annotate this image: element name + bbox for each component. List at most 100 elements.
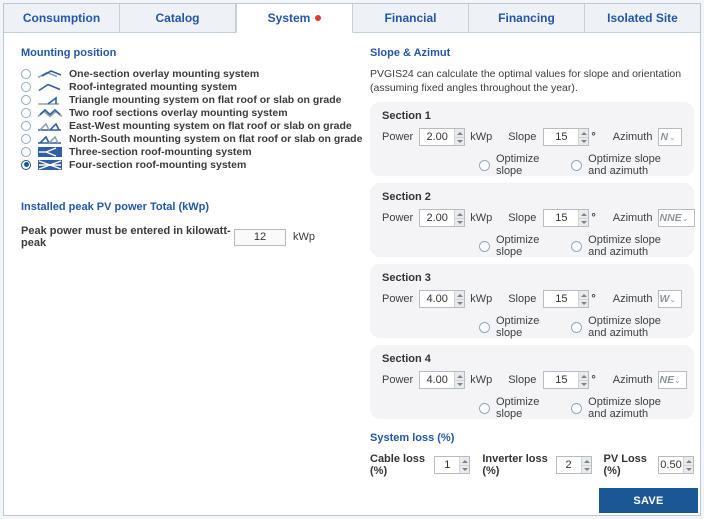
pv-system-config-window: Consumption Catalog System Financial Fin… [3,3,701,516]
step-down-icon[interactable] [455,218,464,227]
mounting-option-north-south-flat-roof[interactable]: North-South mounting system on flat roof… [21,132,356,145]
step-down-icon[interactable] [684,465,693,474]
power-input[interactable] [420,210,454,226]
system-loss-heading: System loss (%) [370,432,694,444]
inverter-loss-input[interactable] [557,457,581,473]
three-section-roof-icon [37,146,63,158]
triangle-flat-roof-icon [37,94,63,106]
radio-button [21,121,31,131]
radio-button [571,160,582,171]
slope-input[interactable] [544,372,578,388]
slope-unit: ° [591,131,595,143]
step-up-icon[interactable] [684,457,693,465]
azimuth-select[interactable]: W ⌄ [658,290,682,308]
azimuth-select[interactable]: NNE ⌄ [658,209,694,227]
peak-power-heading: Installed peak PV power Total (kWp) [21,201,356,213]
pvgis-description: PVGIS24 can calculate the optimal values… [370,67,694,95]
cable-loss-input[interactable] [435,457,459,473]
mounting-option-roof-integrated[interactable]: Roof-integrated mounting system [21,80,356,93]
power-input[interactable] [420,372,454,388]
mounting-option-one-section-overlay[interactable]: One-section overlay mounting system [21,67,356,80]
cable-loss-stepper [434,456,470,474]
peak-power-input[interactable] [234,229,286,246]
section-title: Section 1 [382,110,682,122]
slope-azimuth-heading: Slope & Azimut [370,47,694,59]
optimize-slope-azimuth-radio[interactable]: Optimize slope and azimuth [571,234,682,258]
optimize-slope-azimuth-radio[interactable]: Optimize slope and azimuth [571,315,682,339]
optimize-slope-radio[interactable]: Optimize slope [479,234,544,258]
tab-consumption[interactable]: Consumption [4,4,120,33]
peak-power-label: Peak power must be entered in kilowatt-p… [21,225,234,249]
slope-input[interactable] [544,210,578,226]
azimuth-select[interactable]: N ⌄ [658,128,682,146]
mounting-option-four-section-roof[interactable]: Four-section roof-mounting system [21,158,356,171]
radio-button [479,403,490,414]
tab-catalog[interactable]: Catalog [120,4,236,33]
step-down-icon[interactable] [582,465,591,474]
step-up-icon[interactable] [579,372,588,380]
slope-label: Slope [508,374,536,386]
optimize-slope-azimuth-radio[interactable]: Optimize slope and azimuth [571,396,682,420]
step-down-icon[interactable] [579,137,588,146]
step-up-icon[interactable] [455,210,464,218]
save-button[interactable]: SAVE [599,488,698,513]
optimize-slope-radio[interactable]: Optimize slope [479,396,544,420]
step-down-icon[interactable] [579,218,588,227]
optimize-slope-radio[interactable]: Optimize slope [479,315,544,339]
step-up-icon[interactable] [455,291,464,299]
east-west-flat-roof-icon [37,120,63,132]
inverter-loss-stepper [556,456,592,474]
azimuth-select[interactable]: NE ⌄ [658,371,687,389]
step-down-icon[interactable] [579,380,588,389]
step-up-icon[interactable] [460,457,469,465]
step-down-icon[interactable] [455,137,464,146]
slope-azimuth-panel: Slope & Azimut PVGIS24 can calculate the… [356,33,702,477]
slope-stepper [543,209,589,227]
radio-button [21,134,31,144]
inverter-loss-label: Inverter loss (%) [482,453,548,477]
slope-input[interactable] [544,129,578,145]
power-stepper [419,371,465,389]
step-down-icon[interactable] [455,299,464,308]
step-down-icon[interactable] [455,380,464,389]
step-up-icon[interactable] [455,372,464,380]
peak-power-row: Peak power must be entered in kilowatt-p… [21,225,356,249]
cable-loss-label: Cable loss (%) [370,453,427,477]
north-south-flat-roof-icon [37,133,63,145]
mounting-option-east-west-flat-roof[interactable]: East-West mounting system on flat roof o… [21,119,356,132]
mounting-option-triangle-flat-roof[interactable]: Triangle mounting system on flat roof or… [21,93,356,106]
tab-isolated-site[interactable]: Isolated Site [585,4,700,33]
step-down-icon[interactable] [460,465,469,474]
step-up-icon[interactable] [579,129,588,137]
tab-system[interactable]: System [236,4,353,33]
radio-button [479,160,490,171]
power-stepper [419,209,465,227]
chevron-down-icon: ⌄ [669,133,681,142]
step-up-icon[interactable] [579,210,588,218]
mounting-heading: Mounting position [21,47,356,59]
mounting-option-three-section-roof[interactable]: Three-section roof-mounting system [21,145,356,158]
optimize-slope-azimuth-radio[interactable]: Optimize slope and azimuth [571,153,682,177]
radio-button [571,403,582,414]
peak-power-unit: kWp [293,231,315,243]
radio-button [21,69,31,79]
section-title: Section 2 [382,191,682,203]
step-up-icon[interactable] [579,291,588,299]
mounting-option-two-roof-sections-overlay[interactable]: Two roof sections overlay mounting syste… [21,106,356,119]
mounting-options-list: One-section overlay mounting system Roof… [21,67,356,171]
slope-label: Slope [508,212,536,224]
pv-loss-input[interactable] [659,457,683,473]
step-up-icon[interactable] [582,457,591,465]
power-input[interactable] [420,291,454,307]
azimuth-label: Azimuth [613,374,653,386]
slope-input[interactable] [544,291,578,307]
step-down-icon[interactable] [579,299,588,308]
optimize-slope-radio[interactable]: Optimize slope [479,153,544,177]
tab-financial[interactable]: Financial [353,4,469,33]
azimuth-label: Azimuth [613,293,653,305]
step-up-icon[interactable] [455,129,464,137]
section-card-3: Section 3 Power kWp Slope ° Azimuth [370,264,694,338]
power-input[interactable] [420,129,454,145]
tab-financing[interactable]: Financing [469,4,585,33]
power-stepper [419,290,465,308]
